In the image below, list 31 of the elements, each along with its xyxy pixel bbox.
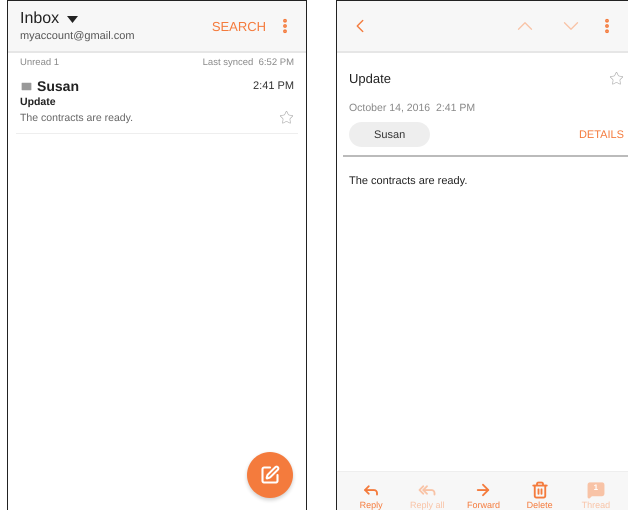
action-label: Forward <box>466 500 500 510</box>
toolbar-action[interactable]: Delete <box>512 481 568 510</box>
toolbar-action[interactable]: Forward <box>455 481 512 510</box>
compose-icon <box>260 465 280 485</box>
sender-name: Susan <box>37 78 80 94</box>
message-date: October 14, 2016 2:41 PM <box>349 102 476 114</box>
sender-chip[interactable]: Susan <box>349 122 430 147</box>
details-button[interactable]: DETAILS <box>578 128 624 140</box>
thread-count: 1 <box>592 483 600 492</box>
action-label: Reply <box>360 500 383 510</box>
toolbar-action[interactable]: Reply <box>343 481 400 510</box>
action-label: Reply all <box>410 500 445 510</box>
message-preview: The contracts are ready. <box>20 112 134 124</box>
mailbox-title[interactable]: Inbox <box>20 10 60 28</box>
compose-button[interactable] <box>247 452 293 498</box>
star-icon[interactable] <box>279 110 294 125</box>
speech-bubble-icon <box>586 481 605 499</box>
message-body: The contracts are ready. <box>349 175 468 187</box>
account-email: myaccount@gmail.com <box>20 30 136 42</box>
message-list-item[interactable]: Susan 2:41 PM Update The contracts are ready. <box>16 72 298 134</box>
unread-count: Unread 1 <box>20 57 60 68</box>
last-synced: Last synced 6:52 PM <box>202 57 294 68</box>
action-label: Thread <box>582 500 610 510</box>
trash-icon <box>530 481 549 499</box>
message-time: 2:41 PM <box>253 80 294 92</box>
star-icon[interactable] <box>609 71 624 86</box>
search-button[interactable]: SEARCH <box>212 18 266 34</box>
message-subject: Update <box>20 96 57 108</box>
dropdown-caret-icon[interactable] <box>67 16 78 22</box>
action-label: Delete <box>526 500 553 510</box>
message-subject: Update <box>349 71 391 86</box>
